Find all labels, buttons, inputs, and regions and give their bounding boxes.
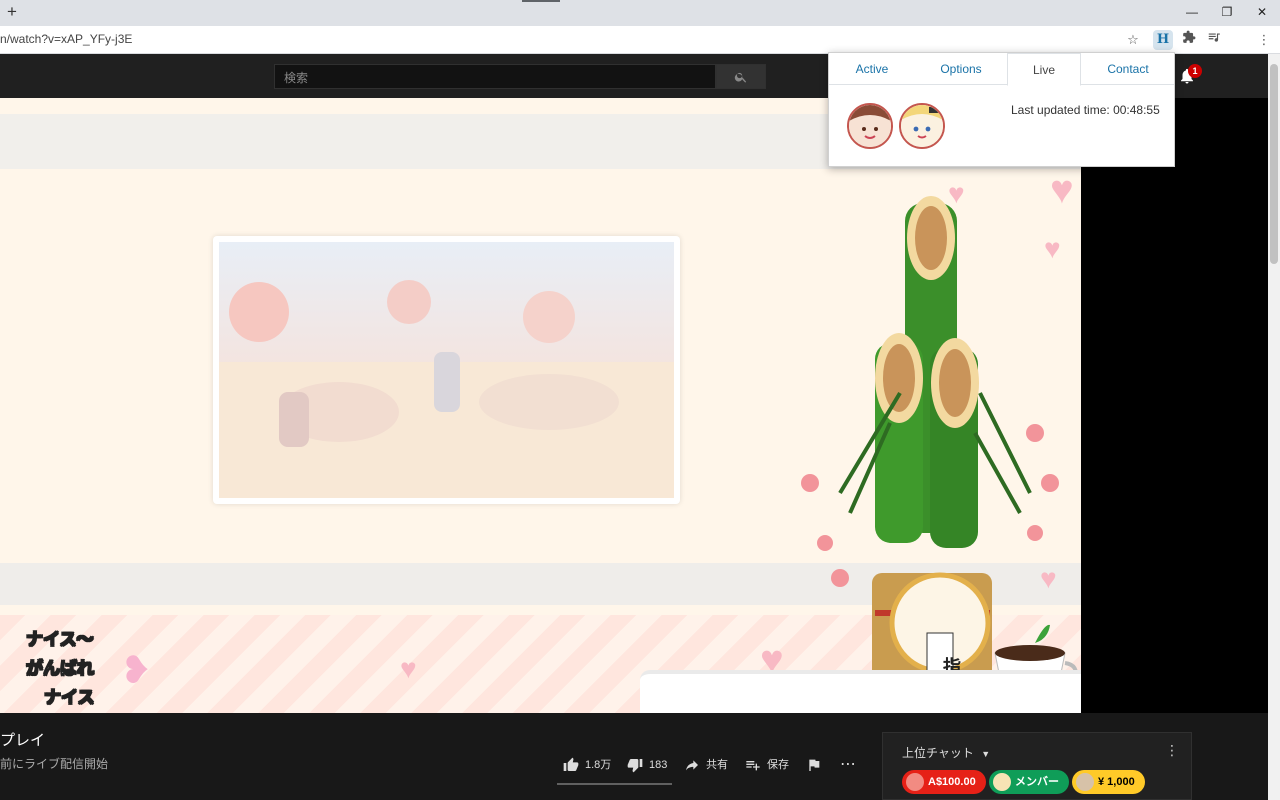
chat-mode-label: 上位チャット: [902, 746, 974, 760]
video-stream-start: 前にライブ配信開始: [0, 757, 109, 771]
browser-tab-strip: + — ❐ ✕: [0, 0, 1280, 26]
playlist-add-icon: [746, 761, 760, 771]
game-scene: [219, 242, 674, 498]
tab-options[interactable]: Options: [915, 53, 1007, 85]
tab-indicator: [522, 0, 560, 2]
share-button[interactable]: 共有: [684, 756, 728, 774]
overlay-counter: [640, 670, 1081, 713]
last-updated-time: Last updated time: 00:48:55: [1011, 103, 1160, 117]
chat-mode-dropdown[interactable]: 上位チャット ▼: [902, 744, 990, 761]
tab-live[interactable]: Live: [1007, 53, 1081, 86]
live-chat-panel: 上位チャット ▼ ⋮ A$100.00 メンバー ¥ 1,000: [882, 732, 1192, 800]
thumbs-up-icon: [563, 757, 579, 771]
tab-active[interactable]: Active: [829, 53, 915, 85]
video-title: プレイ: [0, 732, 46, 749]
chip-label: A$100.00: [928, 776, 976, 788]
share-icon: [686, 760, 698, 771]
reading-list-icon[interactable]: [1204, 30, 1224, 50]
ribbon-decoration: ❥: [120, 650, 152, 692]
superchat-chip[interactable]: ¥ 1,000: [1072, 770, 1145, 794]
address-bar: n/watch?v=xAP_YFy-j3E ☆ H ⋮: [0, 26, 1280, 54]
chip-label: ¥ 1,000: [1098, 776, 1135, 788]
more-horizontal-icon: ⋯: [840, 756, 856, 773]
bookmark-star-icon[interactable]: ☆: [1123, 30, 1143, 50]
chat-more-icon[interactable]: ⋮: [1165, 742, 1179, 759]
page-scrollbar[interactable]: [1268, 54, 1280, 800]
flag-icon: [809, 759, 820, 771]
extension-popup: Active Options Live Contact Last updated…: [828, 52, 1175, 167]
heart-decoration: ♥: [400, 653, 417, 684]
tab-contact[interactable]: Contact: [1081, 53, 1175, 85]
dislike-button[interactable]: 183: [627, 756, 667, 774]
actions-divider: [557, 783, 672, 785]
overlay-comment: ナイス: [44, 688, 95, 708]
chat-avatar: [906, 773, 924, 791]
dislike-count: 183: [649, 759, 668, 771]
extensions-puzzle-icon[interactable]: [1179, 30, 1199, 50]
new-tab-button[interactable]: +: [4, 2, 20, 22]
browser-menu-icon[interactable]: ⋮: [1254, 30, 1274, 50]
holodex-extension-icon[interactable]: H: [1153, 30, 1173, 50]
game-frame: [213, 236, 680, 504]
caret-down-icon: ▼: [981, 749, 991, 759]
superchat-chip[interactable]: A$100.00: [902, 770, 986, 794]
close-window-button[interactable]: ✕: [1250, 3, 1274, 21]
thumbs-down-icon: [627, 759, 643, 773]
save-button[interactable]: 保存: [745, 756, 789, 774]
chat-avatar: [993, 773, 1011, 791]
chip-label: メンバー: [1015, 776, 1059, 788]
chat-avatar: [1076, 773, 1094, 791]
scrollbar-thumb[interactable]: [1270, 64, 1278, 264]
live-streamer-avatar[interactable]: [847, 103, 893, 149]
popup-tabs: Active Options Live Contact: [829, 53, 1175, 86]
membership-chip[interactable]: メンバー: [989, 770, 1069, 794]
more-actions-button[interactable]: ⋯: [840, 756, 856, 774]
search-input[interactable]: 検索: [274, 64, 716, 89]
search-icon: [734, 72, 747, 83]
minimize-button[interactable]: —: [1180, 3, 1204, 21]
share-label: 共有: [706, 759, 728, 771]
video-info-area: プレイ 前にライブ配信開始 1.8万 183 共有 保存 ⋯ 上位チャット ▼ …: [0, 713, 1268, 800]
like-count: 1.8万: [585, 759, 612, 771]
video-player[interactable]: ♥ ♥ ♥ ♥ ♥ ♥ ❥ 指 ナイス〜 がんばれ ナイス: [0, 98, 1081, 713]
report-button[interactable]: [806, 756, 822, 774]
save-label: 保存: [767, 759, 789, 771]
notification-badge: 1: [1188, 64, 1202, 78]
url-text[interactable]: n/watch?v=xAP_YFy-j3E: [0, 32, 132, 46]
overlay-comment: がんばれ: [26, 659, 95, 679]
like-button[interactable]: 1.8万: [563, 756, 611, 774]
overlay-comment: ナイス〜: [26, 630, 94, 650]
live-streamer-avatar[interactable]: [899, 103, 945, 149]
sidebar-blank: [1081, 98, 1268, 713]
game-scene-art: [219, 280, 674, 498]
search-button[interactable]: [716, 64, 766, 89]
restore-button[interactable]: ❐: [1215, 3, 1239, 21]
